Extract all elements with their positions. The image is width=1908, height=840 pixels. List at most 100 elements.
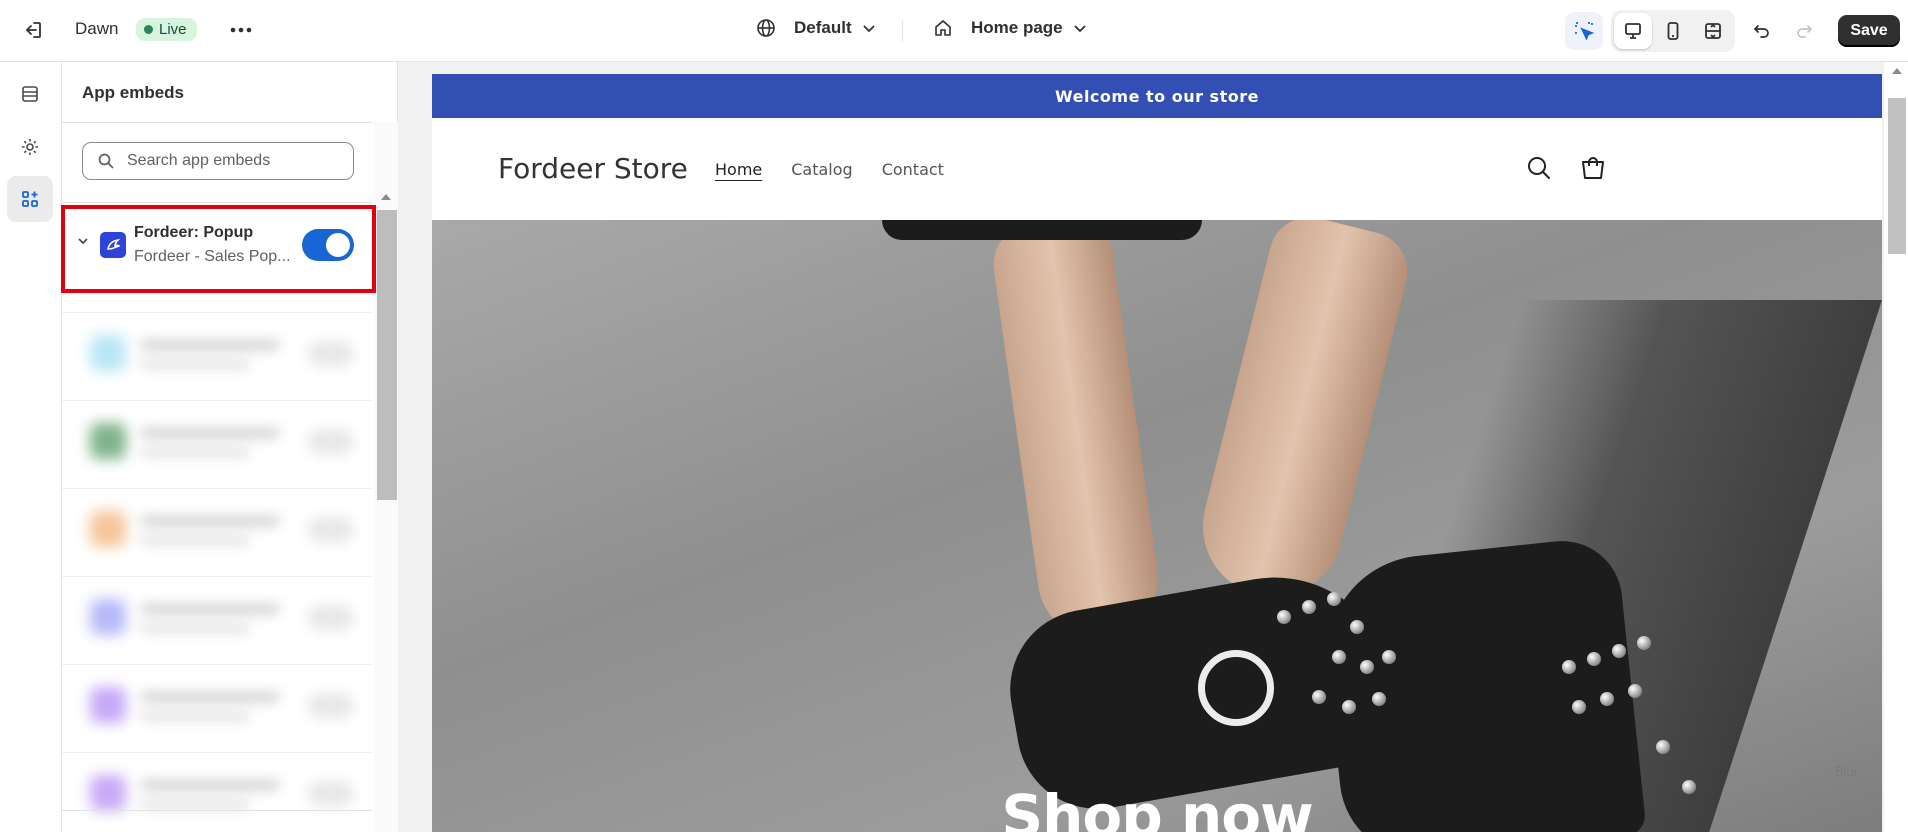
hero-image-stud	[1277, 610, 1291, 624]
live-dot-icon	[144, 25, 153, 34]
locale-dropdown[interactable]: Default	[756, 18, 876, 38]
chevron-down-icon	[862, 25, 875, 33]
hero-image-stud	[1372, 692, 1386, 706]
mobile-view-icon[interactable]	[1654, 13, 1692, 49]
list-item	[62, 664, 372, 752]
search-icon	[98, 153, 114, 169]
page-dropdown[interactable]: Home page	[933, 18, 1087, 38]
blurred-toggle	[308, 781, 354, 807]
list-item	[62, 752, 372, 840]
hero-image-stud	[1562, 660, 1576, 674]
scrollbar-thumb[interactable]	[377, 210, 397, 500]
scroll-up-icon[interactable]	[381, 194, 391, 200]
preview-scrollbar[interactable]	[1884, 62, 1908, 832]
blurred-toggle	[308, 605, 354, 631]
panel-title: App embeds	[82, 83, 185, 102]
blurred-text	[140, 427, 280, 439]
more-actions-icon[interactable]	[223, 12, 259, 48]
hero-image-pants	[882, 220, 1202, 240]
hero-image-stud	[1572, 700, 1586, 714]
hero-heading[interactable]: Shop now	[432, 782, 1882, 832]
app-icon	[90, 423, 126, 459]
blur-label: Blur	[1835, 764, 1859, 779]
theme-name: Dawn	[75, 19, 119, 38]
blurred-text	[140, 603, 280, 615]
chevron-down-icon	[1074, 25, 1086, 33]
inspector-select-icon[interactable]	[1565, 12, 1603, 50]
list-item	[62, 312, 372, 400]
undo-icon[interactable]	[1743, 12, 1781, 50]
exit-icon[interactable]	[15, 12, 51, 48]
hero-image-stud	[1656, 740, 1670, 754]
hero-image-stud	[1332, 650, 1346, 664]
hero-image-stud	[1612, 644, 1626, 658]
blurred-text	[140, 359, 250, 369]
app-embeds-icon[interactable]	[7, 176, 53, 222]
hero-banner[interactable]: Blur Shop now	[432, 220, 1882, 832]
hero-image-stud	[1350, 620, 1364, 634]
hero-image-leg	[988, 220, 1166, 647]
list-item	[62, 576, 372, 664]
cart-icon[interactable]	[1579, 154, 1607, 182]
scrollbar-thumb[interactable]	[1888, 98, 1906, 254]
list-item	[62, 488, 372, 576]
hero-image-stud	[1342, 700, 1356, 714]
blurred-text	[140, 799, 250, 809]
app-icon	[90, 687, 126, 723]
status-badge-label: Live	[159, 21, 187, 38]
hero-image-stud	[1312, 690, 1326, 704]
divider	[62, 122, 372, 123]
editor-tools	[1565, 10, 1823, 52]
hero-image-stud	[1327, 592, 1341, 606]
scroll-up-icon[interactable]	[1892, 68, 1902, 74]
settings-gear-icon[interactable]	[7, 124, 53, 170]
nav-link-home[interactable]: Home	[715, 160, 762, 179]
fullscreen-view-icon[interactable]	[1694, 13, 1732, 49]
blurred-text	[140, 691, 280, 703]
editor-topbar: Dawn Live Default Home page Save	[0, 0, 1908, 62]
app-icon	[90, 511, 126, 547]
hero-image-stud	[1360, 660, 1374, 674]
app-icon	[90, 775, 126, 811]
search-field[interactable]	[82, 142, 354, 180]
search-input[interactable]	[127, 152, 337, 170]
blurred-text	[140, 515, 280, 527]
hero-image-buckle	[1198, 650, 1274, 726]
app-icon	[90, 599, 126, 635]
hero-image-stud	[1600, 692, 1614, 706]
preview-frame: Welcome to our store Fordeer Store Home …	[432, 74, 1882, 832]
locale-dropdown-label: Default	[794, 18, 852, 37]
blurred-text	[140, 535, 250, 545]
app-icon	[90, 335, 126, 371]
search-icon[interactable]	[1525, 154, 1553, 182]
device-switcher	[1611, 10, 1735, 52]
hero-image-leg	[1188, 220, 1416, 612]
blurred-text	[140, 339, 280, 351]
panel-scrollbar[interactable]	[374, 122, 398, 832]
blurred-toggle	[308, 517, 354, 543]
nav-link-catalog[interactable]: Catalog	[791, 160, 852, 179]
redo-icon[interactable]	[1785, 12, 1823, 50]
blurred-text	[140, 711, 250, 721]
blurred-toggle	[308, 341, 354, 367]
divider	[62, 202, 372, 203]
divider	[62, 810, 372, 811]
nav-link-contact[interactable]: Contact	[882, 160, 944, 179]
blurred-text	[140, 447, 250, 457]
home-icon	[935, 20, 951, 36]
save-button[interactable]: Save	[1838, 15, 1900, 47]
hero-image-stud	[1382, 650, 1396, 664]
sections-icon[interactable]	[7, 71, 53, 117]
store-name[interactable]: Fordeer Store	[498, 152, 688, 185]
app-embeds-panel: App embeds Fordeer: Popup Fordeer - Sale…	[62, 62, 414, 832]
desktop-view-icon[interactable]	[1614, 13, 1652, 49]
blurred-toggle	[308, 429, 354, 455]
globe-icon	[757, 19, 775, 37]
list-item	[62, 400, 372, 488]
blurred-toggle	[308, 693, 354, 719]
announcement-bar[interactable]: Welcome to our store	[432, 74, 1882, 118]
editor-nav-rail	[0, 62, 62, 832]
status-badge: Live	[136, 18, 197, 41]
blurred-text	[140, 623, 250, 633]
hero-image-stud	[1637, 636, 1651, 650]
